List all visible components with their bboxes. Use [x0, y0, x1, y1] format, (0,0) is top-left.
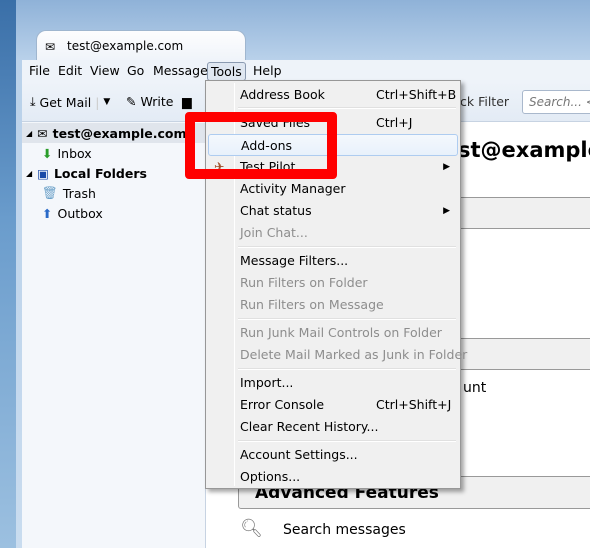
pencil-icon: ✎ [126, 94, 137, 109]
account-link-fragment[interactable]: unt [463, 380, 486, 396]
menu-item-message-filters[interactable]: Message Filters... [208, 250, 458, 272]
menu-item-import[interactable]: Import... [208, 372, 458, 394]
folder-local[interactable]: ◢ ▣ Local Folders [26, 163, 147, 183]
outbox-icon: ⬆ [42, 205, 53, 221]
write-button[interactable]: ✎ Write [126, 94, 174, 109]
chat-icon: ▆ [182, 94, 192, 109]
menu-tools[interactable]: Tools [207, 62, 246, 81]
search-icon: 🔍︎ [240, 518, 263, 539]
menu-item-error-console[interactable]: Error Console Ctrl+Shift+J [208, 394, 458, 416]
menu-file[interactable]: File [26, 62, 53, 79]
highlight-annotation-box [185, 112, 337, 179]
menubar: File Edit View Go Message Tools Help [22, 60, 590, 82]
inbox-icon: ⬇ [42, 145, 53, 161]
menu-edit[interactable]: Edit [55, 62, 85, 79]
menu-item-join-chat[interactable]: Join Chat... [208, 222, 458, 244]
trash-icon: 🗑 [42, 185, 58, 200]
envelope-lock-icon: ✉ [45, 40, 56, 54]
menu-message[interactable]: Message [150, 62, 211, 79]
expand-icon: ◢ [26, 128, 33, 138]
folder-inbox[interactable]: ⬇ Inbox [42, 143, 92, 163]
menu-item-address-book[interactable]: Address Book Ctrl+Shift+B [208, 84, 458, 106]
quick-filter-button[interactable]: ck Filter [460, 94, 509, 109]
submenu-arrow-icon: ▶ [443, 162, 450, 172]
menu-item-chat-status[interactable]: Chat status ▶ [208, 200, 458, 222]
menu-view[interactable]: View [87, 62, 123, 79]
folder-account[interactable]: ◢ ✉ test@example.com [22, 123, 206, 143]
download-icon: ⤓ [30, 94, 36, 109]
menu-help[interactable]: Help [250, 62, 285, 79]
menu-item-run-filters-message[interactable]: Run Filters on Message [208, 294, 458, 316]
menu-go[interactable]: Go [124, 62, 147, 79]
account-icon: ✉ [37, 125, 48, 141]
local-folders-icon: ▣ [37, 165, 49, 181]
chevron-down-icon[interactable]: ▼ [103, 97, 110, 107]
menu-item-activity-manager[interactable]: Activity Manager [208, 178, 458, 200]
menu-item-run-filters-folder[interactable]: Run Filters on Folder [208, 272, 458, 294]
menu-item-clear-history[interactable]: Clear Recent History... [208, 416, 458, 438]
get-mail-button[interactable]: ⤓ Get Mail | ▼ [30, 94, 110, 110]
expand-icon: ◢ [26, 168, 33, 178]
tab-account[interactable]: ✉ test@example.com [36, 30, 246, 64]
menu-item-delete-junk[interactable]: Delete Mail Marked as Junk in Folder [208, 344, 467, 366]
search-input[interactable]: Search... <C [522, 90, 590, 114]
folder-outbox[interactable]: ⬆ Outbox [42, 203, 103, 223]
folder-pane: ◢ ✉ test@example.com ⬇ Inbox ◢ ▣ Local Folder… [22, 122, 206, 548]
account-heading: st@example [458, 138, 590, 162]
chat-button[interactable]: ▆ [182, 94, 192, 109]
menu-item-account-settings[interactable]: Account Settings... [208, 444, 458, 466]
menu-item-options[interactable]: Options... [208, 466, 458, 488]
submenu-arrow-icon: ▶ [443, 206, 450, 216]
search-messages-link[interactable]: Search messages [283, 522, 406, 538]
folder-trash[interactable]: 🗑 Trash [42, 183, 96, 203]
menu-item-run-junk-controls[interactable]: Run Junk Mail Controls on Folder [208, 322, 458, 344]
